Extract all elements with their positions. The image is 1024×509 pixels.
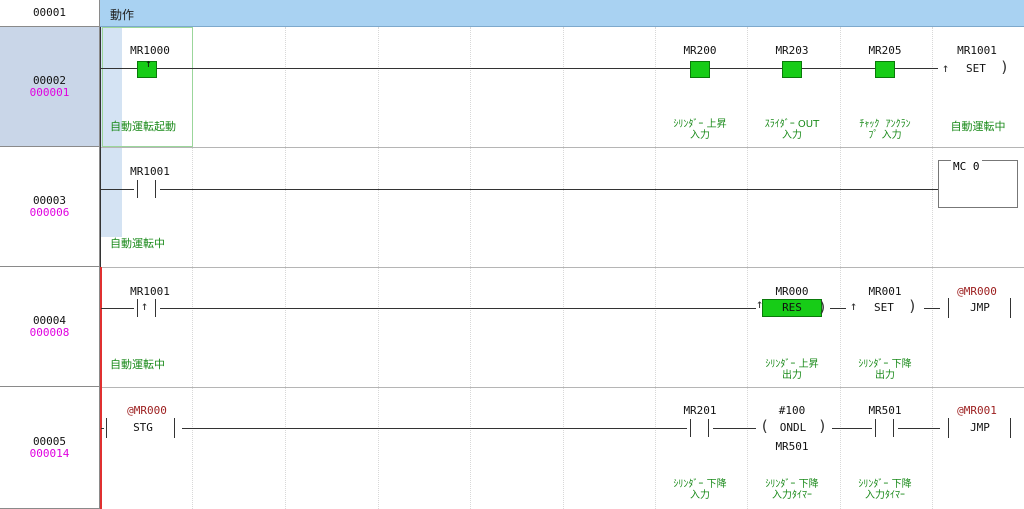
timer-preset: #100 bbox=[778, 404, 806, 417]
contact-normally-open[interactable] bbox=[690, 61, 710, 78]
step-number: 000001 bbox=[29, 85, 70, 99]
contact-normally-open[interactable] bbox=[134, 180, 160, 198]
device-comment: ﾁｬｯｸ ｱﾝｸﾗﾝ ﾌﾟ 入力 bbox=[859, 119, 911, 141]
grid-line bbox=[563, 27, 564, 509]
rising-edge-icon: ↑ bbox=[942, 61, 950, 75]
block-header-label: 動作 bbox=[110, 8, 135, 22]
grid-line bbox=[470, 27, 471, 509]
step-number: 000014 bbox=[29, 446, 70, 460]
device-comment: ｼﾘﾝﾀﾞｰ 上昇 入力 bbox=[673, 119, 727, 141]
grid-line bbox=[747, 27, 748, 509]
left-power-rail bbox=[100, 27, 101, 267]
jump-target-label: @MR000 bbox=[957, 285, 997, 298]
contact-normally-open[interactable] bbox=[875, 61, 895, 78]
line-number: 00004 bbox=[32, 313, 67, 327]
timer-instruction: ONDL bbox=[779, 421, 807, 434]
device-comment: ｼﾘﾝﾀﾞｰ 下降 入力 bbox=[673, 479, 727, 501]
jump-instruction: JMP bbox=[970, 301, 990, 314]
stage-device-label: @MR000 bbox=[127, 404, 167, 417]
mc-instruction: MC 0 bbox=[951, 160, 982, 173]
contact-normally-open[interactable] bbox=[687, 419, 713, 437]
device-comment: ｽﾗｲﾀﾞｰ OUT 入力 bbox=[764, 119, 820, 141]
contact-device-label: MR1001 bbox=[130, 165, 170, 178]
rung-separator bbox=[100, 147, 1024, 148]
device-comment: ｼﾘﾝﾀﾞｰ 下降 出力 bbox=[858, 359, 912, 381]
line-number-row-5[interactable]: 00005 000014 bbox=[0, 387, 100, 509]
line-number: 00003 bbox=[32, 193, 67, 207]
line-number: 00002 bbox=[32, 73, 67, 87]
contact-device-label: MR1001 bbox=[130, 285, 170, 298]
rung-separator bbox=[100, 387, 1024, 388]
contact-device-label: MR205 bbox=[868, 44, 902, 57]
device-comment: ｼﾘﾝﾀﾞｰ 下降 入力ﾀｲﾏｰ bbox=[765, 479, 819, 501]
on-delay-timer[interactable]: ( ONDL ) bbox=[756, 417, 832, 438]
stage-instruction: STG bbox=[133, 421, 153, 434]
stage-rail bbox=[100, 267, 102, 509]
contact-device-label: MR501 bbox=[868, 404, 902, 417]
device-comment: 自動運転中 bbox=[110, 237, 165, 250]
contact-device-label: MR201 bbox=[683, 404, 717, 417]
block-header[interactable]: 動作 bbox=[100, 0, 1024, 27]
rung-wire bbox=[101, 189, 938, 190]
set-coil[interactable]: ↑ SET ) bbox=[938, 58, 1018, 78]
contact-normally-open[interactable] bbox=[872, 419, 898, 437]
line-number-row-4[interactable]: 00004 000008 bbox=[0, 267, 100, 387]
contact-device-label: MR203 bbox=[775, 44, 809, 57]
contact-normally-open[interactable] bbox=[782, 61, 802, 78]
grid-line bbox=[285, 27, 286, 509]
device-comment: 自動運転中 bbox=[950, 120, 1006, 133]
coil-device-label: MR000 bbox=[775, 285, 809, 298]
coil-bracket: ) bbox=[818, 417, 828, 435]
coil-bracket: ( bbox=[760, 417, 770, 435]
line-number: 00001 bbox=[32, 6, 67, 19]
line-number-row-3[interactable]: 00003 000006 bbox=[0, 147, 100, 267]
jump-target-label: @MR001 bbox=[957, 404, 997, 417]
timer-device-label: MR501 bbox=[775, 440, 809, 453]
device-comment: ｼﾘﾝﾀﾞｰ 上昇 出力 bbox=[765, 359, 819, 381]
rising-edge-icon: ↑ bbox=[141, 299, 149, 313]
contact-rising-edge[interactable]: ↑ bbox=[134, 299, 160, 317]
rising-edge-icon: ↑ bbox=[145, 57, 152, 70]
grid-line bbox=[840, 27, 841, 509]
line-number-row-1[interactable]: 00001 bbox=[0, 0, 100, 27]
coil-instruction: RES bbox=[782, 301, 802, 314]
device-comment: ｼﾘﾝﾀﾞｰ 下降 入力ﾀｲﾏｰ bbox=[858, 479, 912, 501]
rung-separator bbox=[100, 267, 1024, 268]
step-number: 000006 bbox=[29, 205, 70, 219]
grid-line bbox=[378, 27, 379, 509]
coil-bracket: ) bbox=[818, 298, 828, 316]
coil-device-label: MR1001 bbox=[957, 44, 997, 57]
grid-line bbox=[655, 27, 656, 509]
coil-bracket: ) bbox=[908, 297, 918, 315]
rising-edge-icon: ↑ bbox=[850, 299, 858, 313]
stg-instruction[interactable]: STG bbox=[104, 418, 182, 438]
grid-line bbox=[932, 27, 933, 509]
reset-coil[interactable]: ↑ RES ) bbox=[756, 297, 830, 318]
contact-device-label: MR1000 bbox=[130, 44, 170, 57]
device-comment: 自動運転起動 bbox=[110, 120, 176, 133]
coil-instruction: SET bbox=[966, 62, 986, 75]
set-coil[interactable]: ↑ SET ) bbox=[846, 297, 924, 317]
line-number: 00005 bbox=[32, 434, 67, 448]
jmp-instruction[interactable]: JMP bbox=[940, 298, 1020, 318]
line-number-row-2[interactable]: 00002 000001 bbox=[0, 27, 100, 147]
device-comment: 自動運転中 bbox=[110, 358, 165, 371]
coil-bracket: ) bbox=[1000, 58, 1010, 76]
contact-device-label: MR200 bbox=[683, 44, 717, 57]
step-number: 000008 bbox=[29, 325, 70, 339]
jump-instruction: JMP bbox=[970, 421, 990, 434]
coil-instruction: SET bbox=[874, 301, 894, 314]
jmp-instruction[interactable]: JMP bbox=[940, 418, 1020, 438]
master-control-box[interactable]: MC 0 bbox=[938, 160, 1018, 208]
